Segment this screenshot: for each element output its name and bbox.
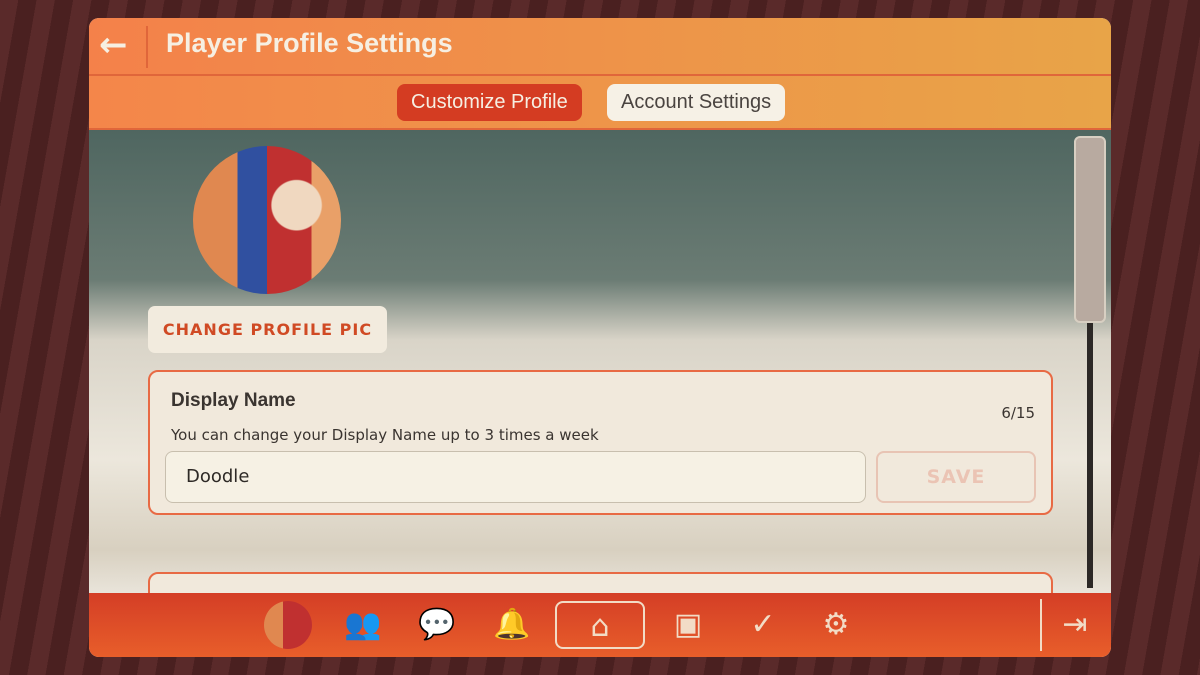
back-button[interactable]: ← bbox=[99, 28, 139, 64]
chat-icon[interactable]: 💬 bbox=[413, 601, 461, 649]
content-area: CHANGE PROFILE PIC Display Name 6/15 You… bbox=[89, 130, 1111, 593]
next-card bbox=[148, 572, 1053, 593]
shield-check-icon[interactable]: ✓ bbox=[739, 601, 787, 649]
divider bbox=[1040, 599, 1042, 651]
character-count: 6/15 bbox=[1001, 404, 1035, 422]
tab-customize-profile[interactable]: Customize Profile bbox=[397, 84, 582, 121]
profile-picture bbox=[193, 146, 341, 294]
home-icon[interactable]: ⌂ bbox=[555, 601, 645, 649]
change-profile-pic-button[interactable]: CHANGE PROFILE PIC bbox=[148, 306, 387, 353]
display-name-input[interactable]: Doodle bbox=[165, 451, 866, 503]
exit-icon[interactable]: ⇥ bbox=[1051, 601, 1099, 649]
settings-window: ← Player Profile Settings Customize Prof… bbox=[89, 18, 1111, 657]
scrollbar-thumb[interactable] bbox=[1074, 136, 1106, 323]
page-title: Player Profile Settings bbox=[166, 28, 453, 58]
tab-account-settings[interactable]: Account Settings bbox=[607, 84, 786, 121]
save-button[interactable]: SAVE bbox=[876, 451, 1036, 503]
bottom-nav: 👥 💬 🔔 ⌂ ▣ ✓ ⚙ ⇥ bbox=[89, 593, 1111, 657]
arrow-left-icon: ← bbox=[99, 25, 128, 65]
scrollbar[interactable] bbox=[1074, 136, 1106, 588]
header: ← Player Profile Settings bbox=[89, 18, 1111, 76]
friends-icon[interactable]: 👥 bbox=[339, 601, 387, 649]
nav-avatar[interactable] bbox=[264, 601, 312, 649]
divider bbox=[146, 26, 148, 68]
backpack-icon[interactable]: ▣ bbox=[664, 601, 712, 649]
display-name-card: Display Name 6/15 You can change your Di… bbox=[148, 370, 1053, 515]
display-name-title: Display Name bbox=[171, 390, 296, 411]
display-name-hint: You can change your Display Name up to 3… bbox=[171, 426, 599, 444]
gear-icon[interactable]: ⚙ bbox=[812, 601, 860, 649]
tab-bar: Customize Profile Account Settings bbox=[89, 76, 1111, 130]
bell-icon[interactable]: 🔔 bbox=[488, 601, 536, 649]
